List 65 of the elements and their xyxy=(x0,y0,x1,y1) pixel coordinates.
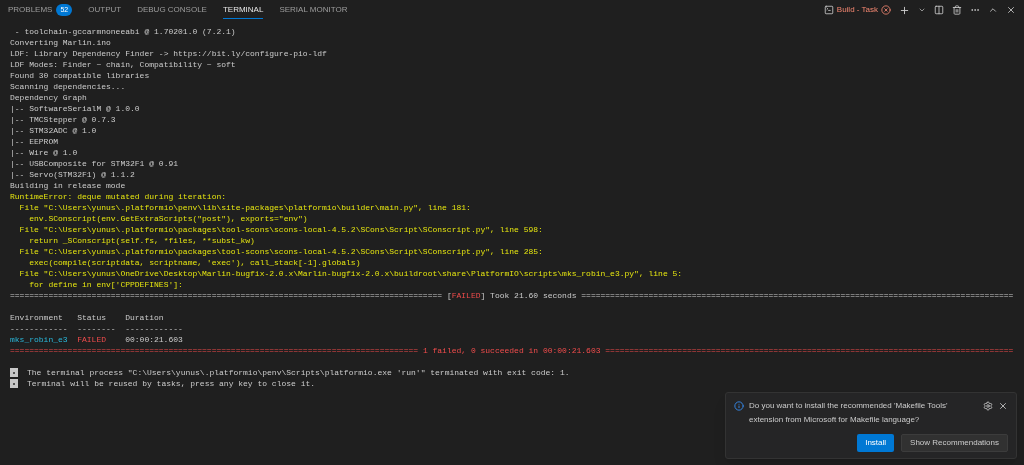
terminal-line: The terminal process "C:\Users\yunus\.platformio\penv\Scripts\platformio.exe 'run'" terminated with exit code: 1. xyxy=(27,367,570,378)
terminal-line: LDF Modes: Finder ~ chain, Compatibility ~ soft xyxy=(10,60,236,69)
rule-text: ------------ xyxy=(125,323,184,334)
rule-text: ===================================================================================== xyxy=(10,345,419,356)
table-cell-text: mks_robin_e3 xyxy=(10,334,69,345)
terminal-line: exec(compile(scriptdata, scriptname, 'exec'), call_stack[-1].globals) xyxy=(28,258,361,267)
terminal-line: LDF: Library Dependency Finder -> https://bit.ly/configure-pio-ldf xyxy=(10,49,327,58)
settings-icon[interactable] xyxy=(983,401,993,411)
terminal-line: Converting Marlin.ino xyxy=(10,38,111,47)
rule-text: ------------ xyxy=(10,323,69,334)
terminal-text: FAILED xyxy=(451,290,481,301)
terminal-line: Scanning dependencies... xyxy=(10,82,126,91)
terminal-text: 1 failed, 0 succeeded in 00:00:21.603 xyxy=(422,345,601,356)
terminal-line: |-- EEPROM xyxy=(10,137,58,146)
rule-text: ========================================================================================== xyxy=(10,290,443,301)
terminal-line: Building in release mode xyxy=(10,181,126,190)
column-header: Duration xyxy=(125,312,165,323)
rule-text: -------- xyxy=(77,323,117,334)
terminal-line: for define in env['CPPDEFINES']: xyxy=(28,280,183,289)
table-cell-text: FAILED xyxy=(77,334,107,345)
terminal-line: |-- USBComposite for STM32F1 @ 0.91 xyxy=(10,159,179,168)
terminal-line: File "C:\Users\yunus\.platformio\penv\lib\site-packages\platformio\builder\main.py", line 181: xyxy=(18,203,471,212)
table-cell-text: 00:00:21.603 xyxy=(125,334,184,345)
terminal-text: ] Took 21.60 seconds xyxy=(480,290,577,301)
panel-tab[interactable]: SERIAL MONITOR xyxy=(279,1,348,19)
terminal-line: Terminal will be reused by tasks, press any key to close it. xyxy=(27,378,316,389)
rule-text: ========================================================================================== xyxy=(581,290,1014,301)
terminal-line: RuntimeError: deque mutated during iteration: xyxy=(10,192,227,201)
notification-button[interactable]: Install xyxy=(857,434,895,452)
terminal-line: |-- Servo(STM32F1) @ 1.1.2 xyxy=(10,170,135,179)
info-icon xyxy=(734,401,744,411)
terminal-icon xyxy=(823,5,834,15)
terminal-line: - toolchain-gccarmnoneeabi @ 1.70201.0 (7.2.1) xyxy=(13,27,236,36)
message-marker-icon xyxy=(10,379,18,388)
error-icon xyxy=(881,5,891,15)
panel-tab[interactable]: DEBUG CONSOLE xyxy=(137,1,207,19)
terminal-line: return _SConscript(self.fs, *files, **subst_kw) xyxy=(28,236,255,245)
terminal-line: |-- SoftwareSerialM @ 1.0.0 xyxy=(10,104,140,113)
close-icon[interactable] xyxy=(1006,5,1016,15)
notification-button[interactable]: Show Recommendations xyxy=(901,434,1008,452)
chevron-icon[interactable] xyxy=(918,6,926,14)
terminal-line: |-- STM32ADC @ 1.0 xyxy=(10,126,97,135)
column-header: Environment xyxy=(10,312,64,323)
terminal-line: env.SConscript(env.GetExtraScripts("post"), exports="env") xyxy=(28,214,308,223)
terminal-line: Dependency Graph xyxy=(10,93,87,102)
terminal-line: File "C:\Users\yunus\OneDrive\Desktop\Marlin-bugfix-2.0.x\Marlin-bugfix-2.0.x\buildroot\share\PlatformIO\scripts\mks_robin_e3.py", line 5: xyxy=(18,269,683,278)
terminal-selector[interactable]: Build - Task xyxy=(823,4,891,16)
terminal-text: [ xyxy=(446,290,452,301)
terminal-name: Build - Task xyxy=(836,4,878,16)
column-header: Status xyxy=(77,312,107,323)
panel-tab[interactable]: OUTPUT xyxy=(88,1,122,19)
terminal-line: File "C:\Users\yunus\.platformio\packages\tool-scons\scons-local-4.5.2\SCons\Script\SConscript.py", line 598: xyxy=(18,225,543,234)
terminal-line: File "C:\Users\yunus\.platformio\packages\tool-scons\scons-local-4.5.2\SCons\Script\SConscript.py", line 285: xyxy=(18,247,543,256)
terminal-line: |-- TMCStepper @ 0.7.3 xyxy=(10,115,116,124)
notification-message: Do you want to install the recommended 'Makefile Tools' extension from Microsoft for Makefile language? xyxy=(749,400,949,426)
new-terminal-icon[interactable] xyxy=(899,4,910,16)
trash-icon[interactable] xyxy=(952,5,962,15)
terminal-line: Found 30 compatible libraries xyxy=(10,71,150,80)
rule-text: ===================================================================================== xyxy=(605,345,1014,356)
split-icon[interactable] xyxy=(934,5,944,15)
terminal-line: |-- Wire @ 1.0 xyxy=(10,148,78,157)
message-marker-icon xyxy=(10,368,18,377)
close-icon[interactable] xyxy=(998,401,1008,411)
panel-tab[interactable]: TERMINAL xyxy=(222,1,264,19)
maximize-icon[interactable] xyxy=(988,5,998,15)
